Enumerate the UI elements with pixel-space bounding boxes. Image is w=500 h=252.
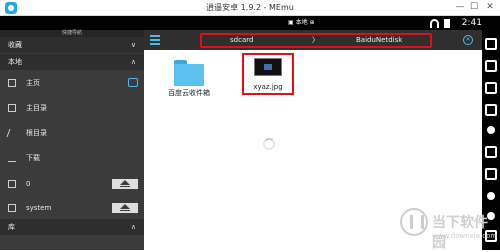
section-favorites[interactable]: 收藏 ∨ [0,37,144,53]
image-file-label[interactable]: xyaz.jpg [242,83,294,91]
drawer-item-system[interactable]: system [0,198,144,218]
keyboard-icon[interactable] [485,38,497,50]
drawer-item-downloads[interactable]: 下载 [0,148,144,168]
section-local-label: 本地 [8,58,22,66]
wifi-icon [430,19,439,28]
drawer-header: 快捷导航 [0,30,144,37]
fullscreen-icon[interactable] [485,60,497,72]
battery-icon [444,19,450,28]
eject-icon[interactable] [112,179,138,189]
drawer-item-label: 主目录 [26,104,47,112]
section-library-label: 库 [8,223,15,231]
location-icon[interactable] [487,126,495,134]
minimize-icon[interactable]: — [454,2,466,13]
notification-badges: ▣ 本地 ⊕ [288,19,315,26]
breadcrumb-sdcard[interactable]: sdcard [230,35,253,46]
drawer-item-home-dir[interactable]: 主目录 [0,98,144,118]
screenshot-icon[interactable] [485,146,497,158]
menu-icon[interactable] [150,35,160,45]
cut-icon[interactable] [485,82,497,94]
path-bar: sdcard 〉 BaiduNetdisk ✕ [144,30,482,50]
storage-icon [8,204,16,212]
home-shortcut-icon[interactable] [128,78,138,87]
watermark-url: www.downxia.com [432,232,498,240]
section-favorites-label: 收藏 [8,41,22,49]
window-titlebar: 逍遥安卓 1.9.2 - MEmu — ☐ ✕ [0,0,500,16]
image-thumbnail[interactable] [254,58,282,76]
window-title: 逍遥安卓 1.9.2 - MEmu [206,3,294,12]
drawer-item-label: 0 [26,180,31,188]
android-status-bar: ▣ 本地 ⊕ 2:41 [0,16,482,30]
chevron-up-icon: ∧ [130,58,136,66]
drawer-item-home[interactable]: 主页 [0,73,144,93]
breadcrumb: sdcard 〉 BaiduNetdisk [200,33,432,48]
drawer-item-label: 根目录 [26,129,47,137]
breadcrumb-baidunetdisk[interactable]: BaiduNetdisk [356,35,402,46]
section-local[interactable]: 本地 ∧ [0,54,144,70]
rotate-icon[interactable] [485,104,497,116]
eject-icon[interactable] [112,203,138,213]
folder-icon [8,104,16,112]
watermark-logo [400,208,428,236]
drawer-item-label: 主页 [26,79,40,87]
close-window-icon[interactable]: ✕ [484,2,496,13]
restore-icon[interactable]: ☐ [468,2,480,13]
loading-spinner-icon [263,138,275,150]
settings-icon[interactable] [485,168,497,180]
close-icon[interactable]: ✕ [463,35,473,45]
folder-label[interactable]: 百度云收件箱 [158,88,220,98]
shake-icon[interactable] [487,192,495,200]
quick-nav-drawer: 快捷导航 收藏 ∨ 本地 ∧ 主页 主目录 根目录 下载 0 system 库 … [0,30,144,250]
slash-icon [6,129,18,137]
download-icon [8,154,16,162]
drawer-item-root[interactable]: 根目录 [0,123,144,143]
folder-icon[interactable] [174,60,204,86]
chevron-down-icon: ∨ [130,41,136,49]
section-library[interactable]: 库 ∧ [0,219,144,235]
home-icon [8,79,16,87]
chevron-up-icon: ∧ [130,223,136,231]
drawer-item-storage-0[interactable]: 0 [0,174,144,194]
drawer-item-label: system [26,204,52,212]
drawer-item-label: 下载 [26,154,40,162]
storage-icon [8,180,16,188]
breadcrumb-separator-icon: 〉 [312,36,319,44]
clock: 2:41 [461,18,482,28]
